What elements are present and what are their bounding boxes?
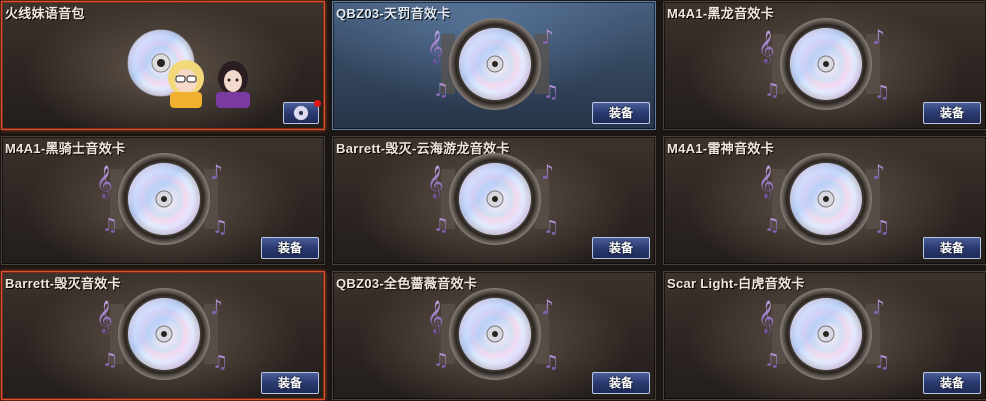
character-dark-hair-icon — [216, 61, 250, 108]
equip-button[interactable]: 装备 — [592, 237, 650, 259]
sound-card[interactable]: 火线妹语音包 — [1, 1, 325, 130]
sound-card[interactable]: Barrett-毁灭音效卡 𝄞 ♪ ♫ ♫ 装备 — [1, 271, 325, 400]
sound-card[interactable]: M4A1-黑龙音效卡 𝄞 ♪ ♫ ♫ 装备 — [663, 1, 986, 130]
svg-text:♫: ♫ — [874, 352, 890, 373]
equip-button[interactable]: 装备 — [261, 372, 319, 394]
svg-text:♪: ♪ — [872, 295, 885, 319]
svg-text:♪: ♪ — [210, 295, 223, 319]
sound-card-grid: 火线妹语音包 QBZ03-天罚音效卡 𝄞 ♪ ♫ ♫ 装备 M4A1-黑龙音效卡… — [0, 0, 986, 401]
disc-icon — [293, 105, 309, 121]
svg-text:♫: ♫ — [874, 217, 890, 238]
sound-card[interactable]: QBZ03-天罚音效卡 𝄞 ♪ ♫ ♫ 装备 — [332, 1, 656, 130]
card-title: 火线妹语音包 — [5, 6, 85, 21]
svg-text:♫: ♫ — [212, 217, 228, 238]
svg-text:𝄞: 𝄞 — [427, 30, 444, 64]
svg-text:♫: ♫ — [433, 80, 449, 101]
svg-text:♫: ♫ — [874, 82, 890, 103]
svg-text:𝄞: 𝄞 — [96, 165, 113, 199]
speaker-icon: 𝄞 ♪ ♫ ♫ — [92, 151, 236, 251]
svg-text:♫: ♫ — [543, 352, 559, 373]
equip-button[interactable]: 装备 — [261, 237, 319, 259]
sound-card[interactable]: QBZ03-全色蔷薇音效卡 𝄞 ♪ ♫ ♫ 装备 — [332, 271, 656, 400]
svg-text:♪: ♪ — [210, 160, 223, 184]
sound-card[interactable]: M4A1-雷神音效卡 𝄞 ♪ ♫ ♫ 装备 — [663, 136, 986, 265]
svg-text:♪: ♪ — [541, 160, 554, 184]
svg-text:♫: ♫ — [543, 82, 559, 103]
speaker-icon: 𝄞 ♪ ♫ ♫ — [754, 151, 898, 251]
svg-text:♫: ♫ — [102, 215, 118, 236]
svg-text:𝄞: 𝄞 — [758, 300, 775, 334]
svg-text:𝄞: 𝄞 — [427, 165, 444, 199]
svg-text:♫: ♫ — [543, 217, 559, 238]
equip-button[interactable]: 装备 — [923, 372, 981, 394]
speaker-icon: 𝄞 ♪ ♫ ♫ — [754, 16, 898, 116]
sound-card[interactable]: Barrett-毁灭-云海游龙音效卡 𝄞 ♪ ♫ ♫ 装备 — [332, 136, 656, 265]
equip-button[interactable]: 装备 — [592, 102, 650, 124]
svg-text:♫: ♫ — [433, 215, 449, 236]
svg-text:♪: ♪ — [541, 25, 554, 49]
svg-text:♫: ♫ — [102, 350, 118, 371]
svg-text:𝄞: 𝄞 — [758, 165, 775, 199]
speaker-icon: 𝄞 ♪ ♫ ♫ — [92, 286, 236, 386]
equip-button[interactable]: 装备 — [923, 102, 981, 124]
svg-text:♪: ♪ — [872, 25, 885, 49]
speaker-icon: 𝄞 ♪ ♫ ♫ — [423, 286, 567, 386]
svg-text:♫: ♫ — [764, 215, 780, 236]
speaker-icon: 𝄞 ♪ ♫ ♫ — [423, 16, 567, 116]
speaker-icon: 𝄞 ♪ ♫ ♫ — [423, 151, 567, 251]
svg-text:𝄞: 𝄞 — [758, 30, 775, 64]
notification-dot — [314, 100, 321, 107]
equip-button[interactable]: 装备 — [923, 237, 981, 259]
svg-text:♪: ♪ — [872, 160, 885, 184]
voice-pack-button[interactable] — [283, 100, 321, 124]
svg-text:𝄞: 𝄞 — [96, 300, 113, 334]
sound-card[interactable]: M4A1-黑骑士音效卡 𝄞 ♪ ♫ ♫ 装备 — [1, 136, 325, 265]
svg-text:♫: ♫ — [764, 80, 780, 101]
speaker-icon: 𝄞 ♪ ♫ ♫ — [754, 286, 898, 386]
svg-text:𝄞: 𝄞 — [427, 300, 444, 334]
svg-text:♪: ♪ — [541, 295, 554, 319]
character-blonde-icon — [168, 60, 204, 108]
svg-text:♫: ♫ — [433, 350, 449, 371]
svg-text:♫: ♫ — [212, 352, 228, 373]
sound-card[interactable]: Scar Light-白虎音效卡 𝄞 ♪ ♫ ♫ 装备 — [663, 271, 986, 400]
svg-text:♫: ♫ — [764, 350, 780, 371]
equip-button[interactable]: 装备 — [592, 372, 650, 394]
